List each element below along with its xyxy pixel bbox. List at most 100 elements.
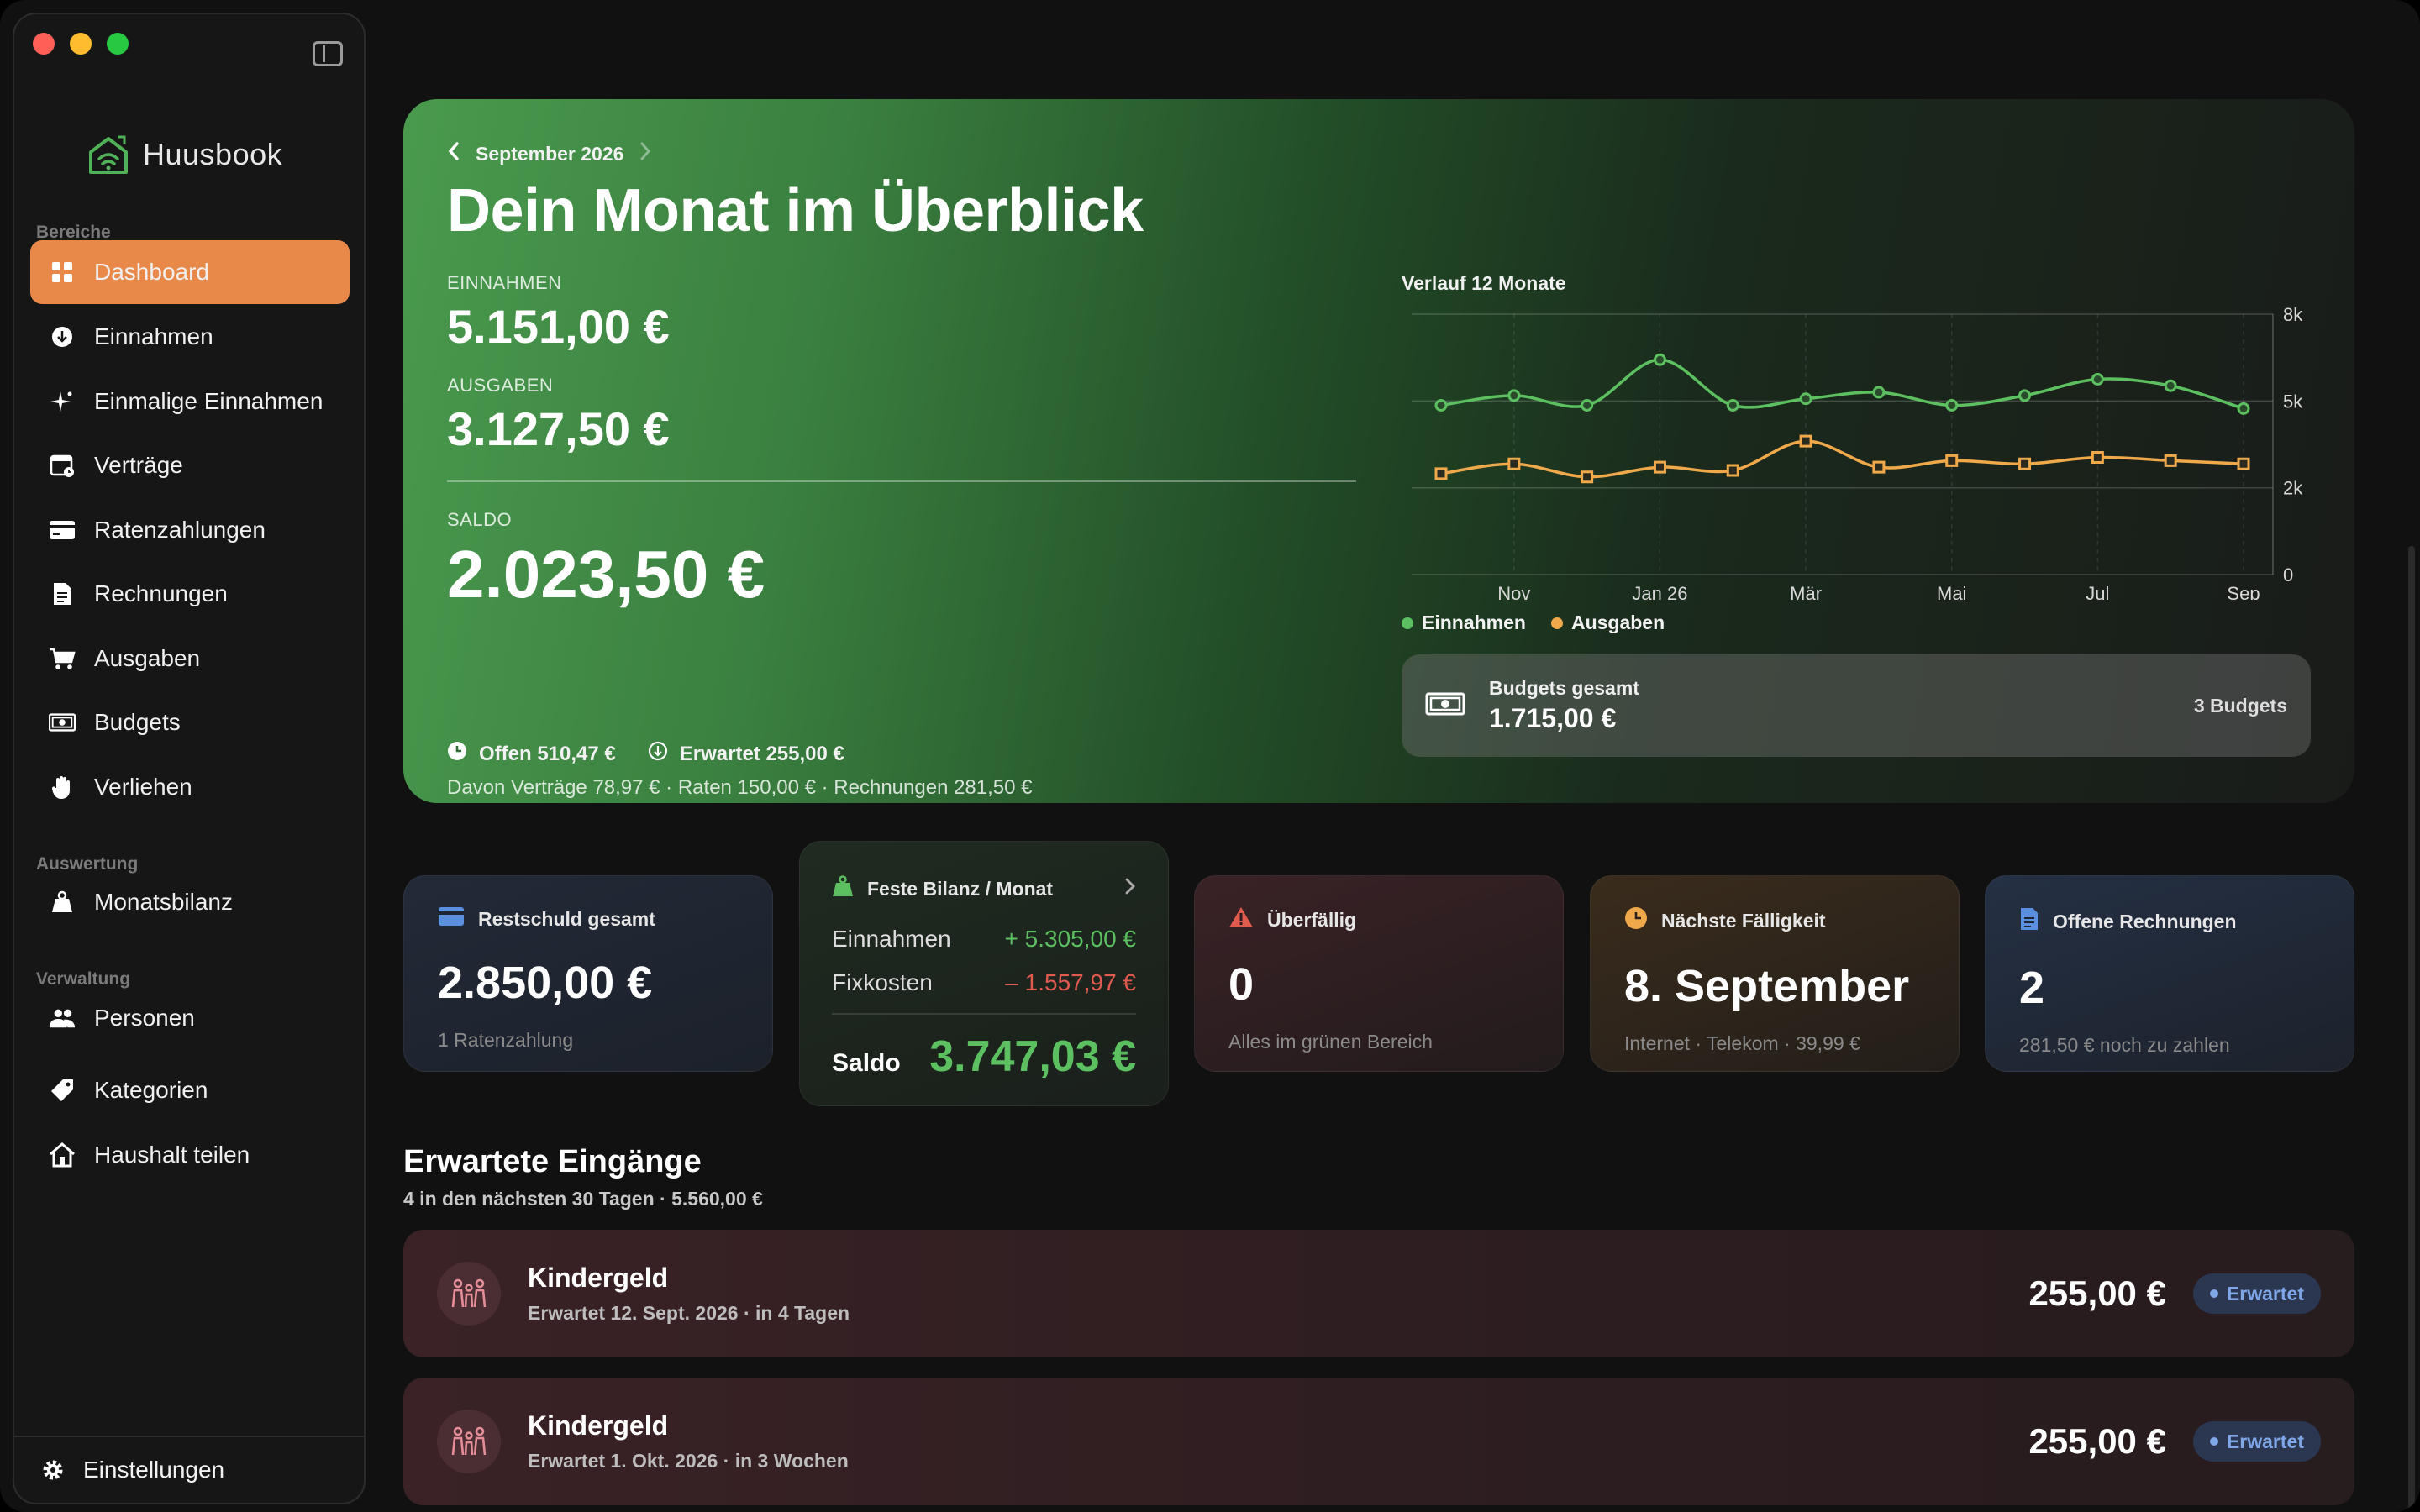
settings-button[interactable]: Einstellungen <box>14 1436 364 1503</box>
sidebar-item-label: Budgets <box>94 709 181 735</box>
legend-item-income: Einnahmen <box>1402 612 1526 634</box>
document-icon <box>2019 906 2039 937</box>
data-point <box>1434 399 1448 412</box>
list-item[interactable]: Kindergeld Erwartet 12. Sept. 2026 · in … <box>403 1230 2354 1357</box>
expected-income-title: Erwartete Eingänge <box>403 1144 702 1179</box>
x-tick-label: Nov <box>1497 583 1530 600</box>
sidebar-item-kategorien[interactable]: Kategorien <box>30 1058 350 1122</box>
app-name: Huusbook <box>143 137 283 171</box>
trend-chart: 0 2k 5k 8k Nov Jan 26 Mär Mai Jul Sep <box>1412 304 2303 600</box>
sidebar-item-verliehen[interactable]: Verliehen <box>30 755 350 819</box>
budget-count: 3 Budgets <box>2193 694 2287 717</box>
data-point <box>1726 464 1739 477</box>
data-point <box>1581 399 1594 412</box>
chart-legend: Einnahmen Ausgaben <box>1402 612 1665 634</box>
data-point <box>1872 386 1886 399</box>
sidebar-toggle-icon[interactable] <box>313 41 343 66</box>
current-month: September 2026 <box>476 142 624 165</box>
sidebar-item-label: Verliehen <box>94 774 192 800</box>
page-title: Dein Monat im Überblick <box>447 177 1144 244</box>
card-title: Offene Rechnungen <box>2053 910 2237 932</box>
chevron-right-icon[interactable] <box>1124 877 1136 900</box>
close-window-button[interactable] <box>33 33 55 55</box>
weight-icon <box>49 889 76 916</box>
banknote-icon <box>49 709 76 736</box>
fixed-saldo-row: Saldo 3.747,03 € <box>832 1032 1136 1081</box>
card-title: Nächste Fälligkeit <box>1661 909 1826 932</box>
gear-icon <box>39 1457 66 1483</box>
maximize-window-button[interactable] <box>107 33 129 55</box>
chevron-right-icon[interactable] <box>639 141 652 166</box>
card-naechste-faelligkeit[interactable]: Nächste Fälligkeit 8. September Internet… <box>1590 875 1960 1072</box>
warning-icon <box>1228 906 1254 933</box>
sidebar-item-rechnungen[interactable]: Rechnungen <box>30 562 350 626</box>
sidebar-item-label: Rechnungen <box>94 580 228 606</box>
sidebar-item-label: Monatsbilanz <box>94 889 233 915</box>
family-icon <box>437 1410 501 1473</box>
card-subtitle: Internet · Telekom · 39,99 € <box>1624 1032 1860 1054</box>
data-point <box>1581 470 1594 484</box>
sidebar-item-budgets[interactable]: Budgets <box>30 690 350 754</box>
scrollbar[interactable] <box>2408 546 2415 1512</box>
sidebar-item-einmalige-einnahmen[interactable]: Einmalige Einnahmen <box>30 370 350 433</box>
card-title: Restschuld gesamt <box>478 907 655 930</box>
data-point <box>2237 402 2250 415</box>
card-subtitle: 281,50 € noch zu zahlen <box>2019 1034 2230 1056</box>
house-icon <box>49 1142 76 1168</box>
income-date: Erwartet 12. Sept. 2026 · in 4 Tagen <box>528 1302 850 1324</box>
house-wifi-logo-icon <box>89 135 128 174</box>
budget-summary-card[interactable]: Budgets gesamt 1.715,00 € 3 Budgets <box>1402 654 2311 757</box>
card-ueberfaellig[interactable]: Überfällig 0 Alles im grünen Bereich <box>1194 875 1564 1072</box>
card-subtitle: 1 Ratenzahlung <box>438 1029 574 1051</box>
income-amount: 255,00 € <box>2028 1273 2166 1313</box>
minimize-window-button[interactable] <box>70 33 92 55</box>
card-offene-rechnungen[interactable]: Offene Rechnungen 2 281,50 € noch zu zah… <box>1985 875 2354 1072</box>
cart-icon <box>49 645 76 672</box>
data-point <box>1872 460 1886 474</box>
data-point <box>2091 451 2104 464</box>
arrow-down-circle-icon <box>49 323 76 350</box>
income-value: 5.151,00 € <box>447 300 670 353</box>
status-badge: Erwartet <box>2192 1273 2321 1314</box>
open-amount: Offen 510,47 € <box>479 742 616 765</box>
sidebar-item-monatsbilanz[interactable]: Monatsbilanz <box>30 870 350 934</box>
y-tick-label: 5k <box>2283 391 2303 412</box>
x-tick-label: Jan 26 <box>1632 583 1687 600</box>
settings-label: Einstellungen <box>83 1457 225 1483</box>
sidebar-item-vertraege[interactable]: Verträge <box>30 433 350 497</box>
sidebar-item-haushalt-teilen[interactable]: Haushalt teilen <box>30 1123 350 1187</box>
data-point <box>1434 467 1448 480</box>
expected-income-subtitle: 4 in den nächsten 30 Tagen · 5.560,00 € <box>403 1188 763 1210</box>
income-name: Kindergeld <box>528 1263 669 1293</box>
card-feste-bilanz[interactable]: Feste Bilanz / Monat Einnahmen + 5.305,0… <box>799 841 1169 1106</box>
saldo-label: SALDO <box>447 509 513 530</box>
card-restschuld[interactable]: Restschuld gesamt 2.850,00 € 1 Ratenzahl… <box>403 875 773 1072</box>
chevron-left-icon[interactable] <box>447 141 460 166</box>
data-point <box>2091 373 2104 386</box>
sidebar: Huusbook Bereiche Dashboard Einnahmen Ei… <box>13 13 366 1504</box>
sidebar-item-einnahmen[interactable]: Einnahmen <box>30 305 350 369</box>
family-icon <box>437 1262 501 1326</box>
divider <box>832 1013 1136 1015</box>
expected-amount: Erwartet 255,00 € <box>679 742 844 765</box>
x-tick-label: Jul <box>2086 583 2109 600</box>
series-line-ausgaben <box>1440 439 2244 479</box>
app-logo: Huusbook <box>86 132 282 177</box>
credit-card-icon <box>438 906 465 932</box>
sidebar-item-dashboard[interactable]: Dashboard <box>30 240 350 304</box>
document-icon <box>49 580 76 607</box>
arrow-down-circle-icon <box>648 741 668 767</box>
chart-title: Verlauf 12 Monate <box>1402 272 1566 294</box>
data-point <box>1799 392 1812 406</box>
sidebar-item-personen[interactable]: Personen <box>30 986 350 1050</box>
grid-icon <box>49 259 76 286</box>
app-window: Huusbook Bereiche Dashboard Einnahmen Ei… <box>0 0 2420 1512</box>
sidebar-item-ratenzahlungen[interactable]: Ratenzahlungen <box>30 498 350 562</box>
banknote-icon <box>1425 691 1465 721</box>
people-icon <box>49 1005 76 1032</box>
list-item[interactable]: Kindergeld Erwartet 1. Okt. 2026 · in 3 … <box>403 1378 2354 1505</box>
card-value: 2 <box>2019 963 2045 1013</box>
sidebar-item-ausgaben[interactable]: Ausgaben <box>30 627 350 690</box>
data-point <box>2018 457 2032 470</box>
budget-title: Budgets gesamt <box>1489 677 1639 699</box>
